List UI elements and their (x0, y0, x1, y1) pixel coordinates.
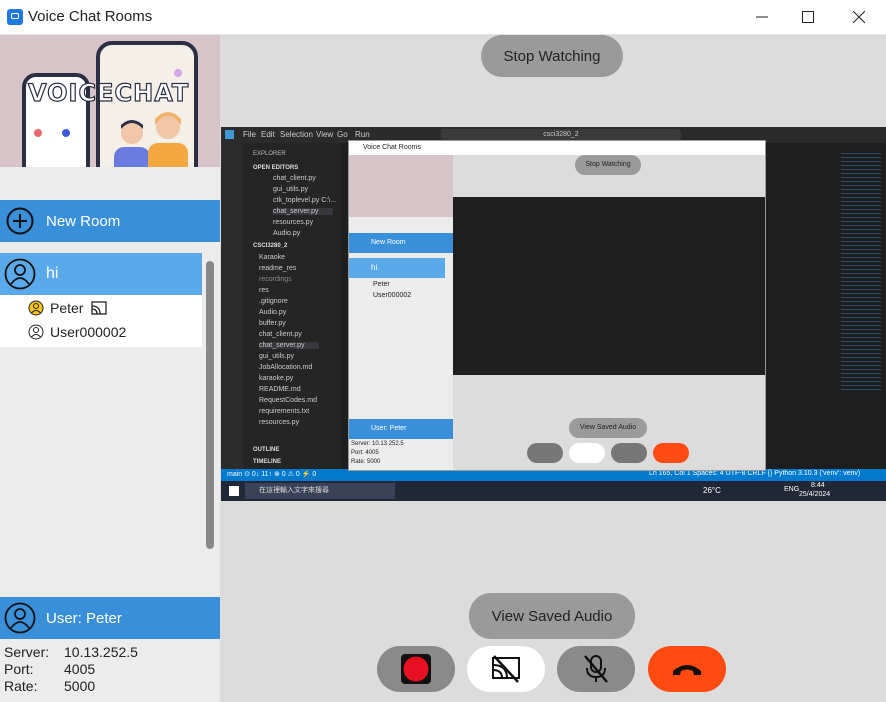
minimize-icon (756, 16, 768, 18)
rate-info: Rate: 5000 (4, 678, 96, 694)
close-icon (853, 11, 865, 23)
group-icon (4, 258, 36, 290)
vscode-search: csci3280_2 (441, 129, 681, 140)
plus-circle-icon (6, 207, 34, 235)
room-name: hi (46, 265, 59, 282)
hang-up-button[interactable] (648, 646, 726, 692)
server-info: Server: 10.13.252.5 (4, 644, 138, 660)
member-item[interactable]: User000002 (28, 321, 126, 343)
minimize-button[interactable] (739, 0, 785, 34)
maximize-button[interactable] (785, 0, 831, 34)
main-panel: Stop Watching File Edit Selection View G… (221, 35, 886, 702)
screen-share-button[interactable] (467, 646, 545, 692)
phone-hangup-icon (673, 665, 701, 675)
voicechat-banner: VOICECHAT (0, 35, 220, 167)
vscode-icon (225, 130, 234, 139)
windows-start-icon (229, 486, 239, 496)
shared-screen-view: File Edit Selection View Go Run csci3280… (221, 127, 886, 501)
sidebar: VOICECHAT New Room hi Peter User000002 U… (0, 35, 220, 702)
user-speaking-icon (28, 300, 44, 316)
member-item[interactable]: Peter (28, 297, 108, 319)
user-label: User: Peter (46, 609, 122, 627)
app-icon (7, 9, 23, 25)
user-bar: User: Peter (0, 597, 220, 639)
vscode-explorer: EXPLORER OPEN EDITORS chat_client.py gui… (243, 143, 341, 469)
voicechat-logo: VOICECHAT (27, 78, 190, 107)
member-name: Peter (50, 300, 84, 316)
person-illustration (148, 112, 188, 167)
title-bar: Voice Chat Rooms (0, 0, 886, 35)
room-item-hi[interactable]: hi (0, 253, 202, 295)
new-room-label: New Room (46, 212, 121, 230)
record-icon (401, 654, 431, 684)
user-icon (4, 602, 36, 634)
windows-taskbar: 在這裡輸入文字來搜尋 26°C ENG 8:44 25/4/2024 (221, 481, 886, 501)
close-button[interactable] (836, 0, 882, 34)
stop-watching-button[interactable]: Stop Watching (481, 35, 623, 77)
room-list: hi Peter User000002 (0, 253, 202, 347)
maximize-icon (802, 11, 814, 23)
view-saved-audio-button[interactable]: View Saved Audio (469, 593, 635, 639)
vscode-activity-bar (221, 143, 243, 469)
sidebar-scrollbar[interactable] (206, 261, 214, 549)
member-name: User000002 (50, 324, 127, 340)
mic-button[interactable] (557, 646, 635, 692)
record-button[interactable] (377, 646, 455, 692)
mic-muted-icon (584, 655, 608, 683)
user-icon (28, 324, 44, 340)
taskbar-search: 在這裡輸入文字來搜尋 (245, 483, 395, 499)
cast-icon (91, 301, 108, 315)
window-title: Voice Chat Rooms (28, 8, 153, 25)
new-room-button[interactable]: New Room (0, 200, 220, 242)
port-info: Port: 4005 (4, 661, 96, 677)
screen-share-off-icon (492, 655, 520, 683)
nested-voicechat-window: Voice Chat Rooms New Room hi Peter User0… (348, 140, 766, 471)
